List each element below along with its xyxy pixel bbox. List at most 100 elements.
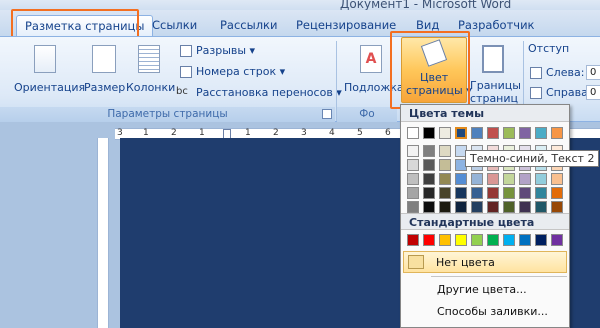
theme-color-swatch[interactable]	[455, 127, 467, 139]
line-numbers-icon	[180, 66, 192, 78]
standard-color-swatch[interactable]	[407, 234, 419, 246]
watermark-icon: A	[360, 45, 382, 73]
hyphenation-label: Расстановка переносов ▾	[196, 86, 342, 99]
theme-shade-swatch[interactable]	[423, 173, 435, 185]
theme-color-swatch[interactable]	[471, 127, 483, 139]
theme-shade-swatch[interactable]	[455, 201, 467, 213]
theme-shade-swatch[interactable]	[551, 173, 563, 185]
theme-shade-swatch[interactable]	[487, 187, 499, 199]
indent-right-icon	[530, 87, 542, 99]
theme-shade-swatch[interactable]	[471, 187, 483, 199]
theme-shade-swatch[interactable]	[535, 201, 547, 213]
theme-shade-swatch[interactable]	[455, 187, 467, 199]
dialog-launcher-icon[interactable]	[322, 109, 332, 119]
standard-color-swatch[interactable]	[455, 234, 467, 246]
theme-shade-swatch[interactable]	[535, 187, 547, 199]
page-setup-group-label: Параметры страницы	[0, 107, 335, 122]
theme-shade-swatch[interactable]	[503, 201, 515, 213]
more-colors-item[interactable]: Другие цвета...	[403, 279, 567, 299]
theme-color-swatch[interactable]	[407, 127, 419, 139]
orientation-icon	[34, 45, 56, 73]
indent-right-input[interactable]: 0	[586, 85, 600, 100]
theme-shade-swatch[interactable]	[487, 173, 499, 185]
theme-shade-swatch[interactable]	[551, 187, 563, 199]
orientation-button[interactable]: Ориентация	[12, 41, 86, 101]
ruler-number: 5	[357, 128, 363, 138]
breaks-label: Разрывы ▾	[196, 44, 256, 57]
theme-shade-swatch[interactable]	[519, 173, 531, 185]
standard-colors-header: Стандартные цвета	[401, 213, 569, 230]
theme-shade-swatch[interactable]	[455, 173, 467, 185]
indent-left-label: Слева:	[546, 66, 585, 79]
breaks-button[interactable]: Разрывы ▾	[180, 43, 270, 59]
theme-shade-swatch[interactable]	[423, 187, 435, 199]
tab-references[interactable]: Ссылки	[144, 15, 205, 37]
standard-color-swatch[interactable]	[439, 234, 451, 246]
fill-effects-item[interactable]: Способы заливки...	[403, 301, 567, 321]
columns-button[interactable]: Колонки	[126, 41, 176, 101]
theme-shade-swatch[interactable]	[439, 159, 451, 171]
standard-color-swatch[interactable]	[535, 234, 547, 246]
hyphenation-icon: bc	[176, 86, 188, 97]
theme-shade-swatch[interactable]	[535, 173, 547, 185]
page-borders-button[interactable]: Границы страниц	[470, 41, 522, 105]
columns-icon	[138, 45, 160, 73]
theme-shade-swatch[interactable]	[471, 201, 483, 213]
hyphenation-button[interactable]: bc Расстановка переносов ▾	[176, 85, 342, 101]
more-colors-label: Другие цвета...	[437, 283, 527, 296]
tab-review[interactable]: Рецензирование	[288, 15, 404, 37]
theme-shade-swatch[interactable]	[471, 173, 483, 185]
theme-shade-swatch[interactable]	[487, 201, 499, 213]
orientation-label: Ориентация	[14, 81, 86, 94]
standard-color-swatch[interactable]	[519, 234, 531, 246]
theme-shade-swatch[interactable]	[407, 201, 419, 213]
theme-shade-swatch[interactable]	[503, 173, 515, 185]
line-numbers-button[interactable]: Номера строк ▾	[180, 64, 290, 80]
page-borders-label-1: Границы	[470, 79, 521, 92]
menu-separator	[431, 276, 567, 277]
theme-shade-swatch[interactable]	[407, 145, 419, 157]
theme-shade-swatch[interactable]	[519, 201, 531, 213]
no-color-swatch	[408, 255, 424, 269]
theme-shade-swatch[interactable]	[423, 201, 435, 213]
theme-color-swatch[interactable]	[519, 127, 531, 139]
breaks-icon	[180, 45, 192, 57]
ruler-number: 1	[199, 128, 205, 138]
theme-shade-swatch[interactable]	[439, 173, 451, 185]
fill-effects-label: Способы заливки...	[437, 305, 548, 318]
theme-shade-swatch[interactable]	[503, 187, 515, 199]
ruler-number: 1	[245, 128, 251, 138]
size-button[interactable]: Размер	[84, 41, 125, 101]
theme-color-swatch[interactable]	[551, 127, 563, 139]
ruler-number: 6	[385, 128, 391, 138]
theme-shade-swatch[interactable]	[423, 145, 435, 157]
standard-color-swatch[interactable]	[487, 234, 499, 246]
theme-shade-swatch[interactable]	[407, 159, 419, 171]
theme-color-swatch[interactable]	[423, 127, 435, 139]
tab-mailings[interactable]: Рассылки	[212, 15, 285, 37]
no-color-item[interactable]: Нет цвета	[403, 251, 567, 273]
page-background-group-label: Фо	[337, 107, 397, 122]
ruler-number: 3	[301, 128, 307, 138]
theme-shade-swatch[interactable]	[439, 201, 451, 213]
standard-color-swatch[interactable]	[503, 234, 515, 246]
standard-color-swatch[interactable]	[423, 234, 435, 246]
theme-shade-swatch[interactable]	[407, 173, 419, 185]
theme-shade-swatch[interactable]	[551, 201, 563, 213]
indent-left-icon	[530, 67, 542, 79]
theme-shade-swatch[interactable]	[439, 187, 451, 199]
theme-color-swatch[interactable]	[439, 127, 451, 139]
theme-shade-swatch[interactable]	[519, 187, 531, 199]
theme-color-swatch[interactable]	[503, 127, 515, 139]
ruler-number: 1	[143, 128, 149, 138]
ruler-number: 4	[329, 128, 335, 138]
theme-color-swatch[interactable]	[487, 127, 499, 139]
indent-left-input[interactable]: 0	[586, 65, 600, 80]
theme-shade-swatch[interactable]	[439, 145, 451, 157]
theme-shade-swatch[interactable]	[407, 187, 419, 199]
standard-color-swatch[interactable]	[471, 234, 483, 246]
standard-color-swatch[interactable]	[551, 234, 563, 246]
theme-color-swatch[interactable]	[535, 127, 547, 139]
theme-shade-swatch[interactable]	[423, 159, 435, 171]
vertical-ruler[interactable]	[97, 138, 109, 328]
